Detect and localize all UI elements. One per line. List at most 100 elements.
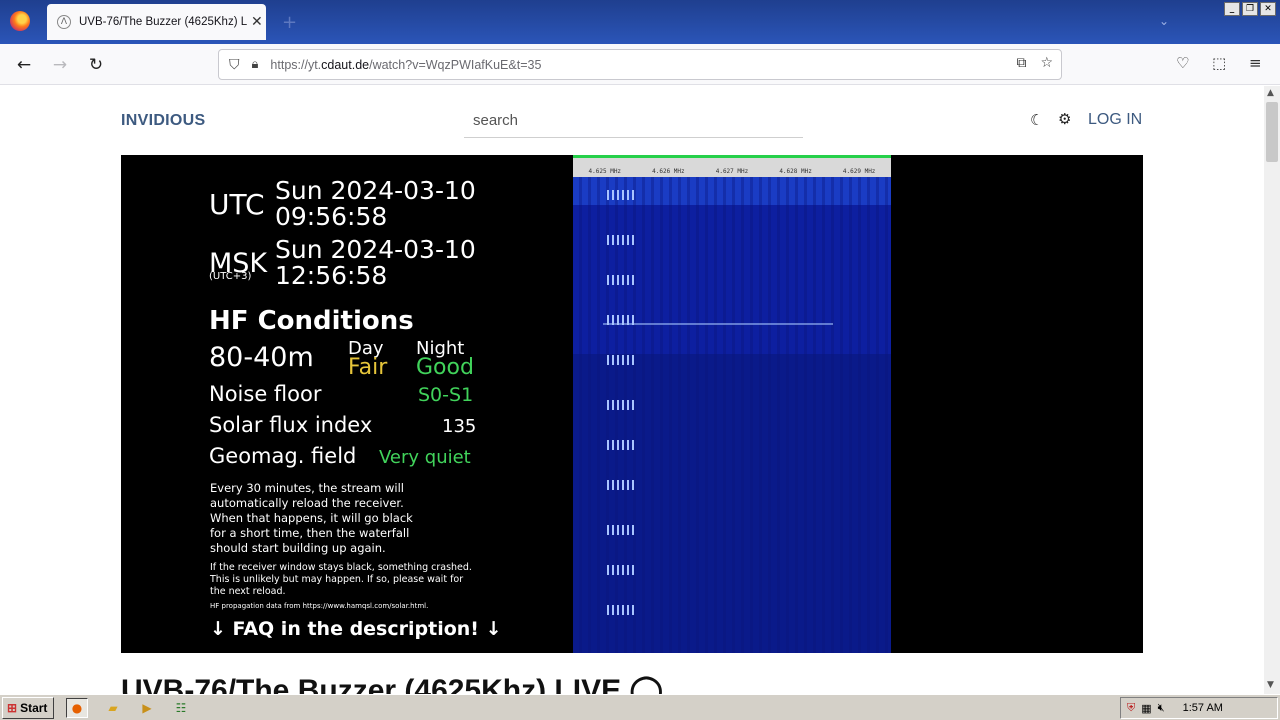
note-line: automatically reload the receiver. <box>210 496 404 510</box>
noise-floor-label: Noise floor <box>209 382 322 406</box>
scale-label: 4.629 MHz <box>842 168 876 175</box>
note-line: the next reload. <box>210 586 286 597</box>
frequency-scale: 4.625 MHz 4.626 MHz 4.627 MHz 4.628 MHz … <box>573 155 891 177</box>
solar-flux-label: Solar flux index <box>209 413 373 437</box>
geomag-value: Very quiet <box>379 447 471 468</box>
scroll-up-arrow-icon[interactable]: ▲ <box>1267 88 1274 98</box>
pocket-icon[interactable]: ♡ <box>1176 54 1189 72</box>
navigation-bar: ← → ↻ ⛉ 🔒︎ https://yt.cdaut.de/watch?v=W… <box>0 44 1280 85</box>
band-label: 80-40m <box>209 342 314 373</box>
invidious-favicon-icon: Λ <box>57 15 71 29</box>
url-path: /watch?v=WqzPWIafKuE&t=35 <box>369 57 542 72</box>
login-link[interactable]: LOG IN <box>1088 111 1142 129</box>
note-line: for a short time, then the waterfall <box>210 526 410 540</box>
settings-gear-icon[interactable]: ⚙ <box>1058 110 1071 128</box>
page-content: INVIDIOUS search ☾ ⚙ LOG IN 4.625 MHz 4.… <box>0 86 1264 694</box>
lock-icon[interactable]: 🔒︎ <box>252 57 259 72</box>
url-bar[interactable]: ⛉ 🔒︎ https://yt.cdaut.de/watch?v=WqzPWIa… <box>218 49 1062 80</box>
scroll-down-arrow-icon[interactable]: ▼ <box>1267 680 1274 690</box>
start-label: Start <box>20 701 48 715</box>
network-users-icon[interactable]: ☷ <box>170 698 192 718</box>
system-tray: ⛨ ▦ 🔇︎ 1:57 AM <box>1120 697 1278 719</box>
tab-title: UVB-76/The Buzzer (4625Khz) LIVE <box>79 16 247 28</box>
menu-hamburger-icon[interactable]: ≡ <box>1249 54 1262 72</box>
firefox-logo-icon[interactable] <box>10 11 30 31</box>
utc-label: UTC <box>209 188 265 221</box>
list-tabs-chevron-icon[interactable]: ⌄ <box>1159 14 1169 28</box>
wf-signal <box>607 605 635 615</box>
start-button[interactable]: ⊞ Start <box>2 697 54 719</box>
tab-strip: Λ UVB-76/The Buzzer (4625Khz) LIVE ✕ + ⌄… <box>0 0 1280 44</box>
taskbar: ⊞ Start ● ▰ ▶ ☷ ⛨ ▦ 🔇︎ 1:57 AM <box>0 694 1280 720</box>
forward-button[interactable]: → <box>48 53 72 77</box>
faq-banner: ↓ FAQ in the description! ↓ <box>210 618 502 640</box>
security-alert-icon[interactable]: ⛨ <box>1127 702 1135 715</box>
wf-signal <box>607 440 635 450</box>
wf-signal <box>607 275 635 285</box>
wf-signal <box>607 525 635 535</box>
video-title-text: UVB-76/The Buzzer (4625Khz) LIVE <box>121 674 622 694</box>
close-window-button[interactable]: ✕ <box>1260 2 1276 16</box>
extensions-icon[interactable]: ⬚ <box>1212 54 1226 72</box>
new-tab-button[interactable]: + <box>282 12 297 33</box>
waterfall-display <box>573 155 891 653</box>
wf-signal <box>607 315 635 325</box>
wf-line <box>603 323 833 325</box>
note-line: This is unlikely but may happen. If so, … <box>210 574 464 585</box>
scale-label: 4.626 MHz <box>652 168 685 175</box>
scale-label: 4.627 MHz <box>715 168 749 175</box>
windows-flag-icon: ⊞ <box>7 701 18 715</box>
scale-label: 4.625 MHz <box>588 168 622 175</box>
night-value: Good <box>416 355 474 380</box>
wf-signal <box>607 190 635 200</box>
dark-mode-moon-icon[interactable]: ☾ <box>1030 111 1043 129</box>
scrollbar-thumb[interactable] <box>1266 102 1278 162</box>
msk-date: Sun 2024-03-10 <box>275 235 476 264</box>
video-frame: 4.625 MHz 4.626 MHz 4.627 MHz 4.628 MHz … <box>197 155 891 653</box>
day-value: Fair <box>348 355 388 380</box>
geomag-label: Geomag. field <box>209 444 357 468</box>
wf-signal <box>607 355 635 365</box>
page-scrollbar[interactable]: ▲ ▼ <box>1264 86 1280 694</box>
note-line: Every 30 minutes, the stream will <box>210 481 404 495</box>
msk-time: 12:56:58 <box>275 261 388 290</box>
noise-floor-value: S0-S1 <box>418 384 474 406</box>
solar-flux-value: 135 <box>442 416 477 437</box>
close-tab-icon[interactable]: ✕ <box>251 14 263 30</box>
msk-offset: (UTC+3) <box>209 271 252 282</box>
window-controls: _ ❐ ✕ <box>1224 2 1276 16</box>
minimize-button[interactable]: _ <box>1224 2 1240 16</box>
explorer-folder-icon[interactable]: ▰ <box>102 698 124 718</box>
firefox-taskbar-icon[interactable]: ● <box>66 698 88 718</box>
video-player[interactable]: 4.625 MHz 4.626 MHz 4.627 MHz 4.628 MHz … <box>121 155 1143 653</box>
note-line: If the receiver window stays black, some… <box>210 562 472 573</box>
url-prefix: https://yt. <box>270 57 322 72</box>
invidious-logo-link[interactable]: INVIDIOUS <box>121 112 206 130</box>
wf-signal <box>607 235 635 245</box>
back-button[interactable]: ← <box>12 53 36 77</box>
url-host: cdaut.de <box>321 57 370 72</box>
reader-view-icon[interactable]: ⧉ <box>1016 55 1026 71</box>
wf-signal <box>607 400 635 410</box>
search-input[interactable]: search <box>464 106 803 138</box>
hf-conditions-heading: HF Conditions <box>209 306 414 336</box>
wf-signal <box>607 480 635 490</box>
url-text[interactable]: https://yt.cdaut.de/watch?v=WqzPWIafKuE&… <box>270 58 541 72</box>
reload-button[interactable]: ↻ <box>84 53 108 77</box>
tab-active[interactable]: Λ UVB-76/The Buzzer (4625Khz) LIVE ✕ <box>47 4 266 40</box>
bookmark-star-icon[interactable]: ☆ <box>1040 55 1053 71</box>
tracking-protection-shield-icon[interactable]: ⛉ <box>229 57 240 73</box>
clock[interactable]: 1:57 AM <box>1183 702 1223 714</box>
network-tray-icon[interactable]: ▦ <box>1141 702 1151 715</box>
scale-label: 4.628 MHz <box>779 168 812 175</box>
note-line: When that happens, it will go black <box>210 511 413 525</box>
note-line: should start building up again. <box>210 541 386 555</box>
source-credit: HF propagation data from https://www.ham… <box>210 602 429 610</box>
volume-muted-icon[interactable]: 🔇︎ <box>1158 702 1165 715</box>
utc-time: 09:56:58 <box>275 202 388 231</box>
wf-signal <box>607 565 635 575</box>
media-player-icon[interactable]: ▶ <box>136 698 158 718</box>
utc-date: Sun 2024-03-10 <box>275 176 476 205</box>
live-indicator-icon: ◯ <box>629 674 664 694</box>
restore-button[interactable]: ❐ <box>1242 2 1258 16</box>
